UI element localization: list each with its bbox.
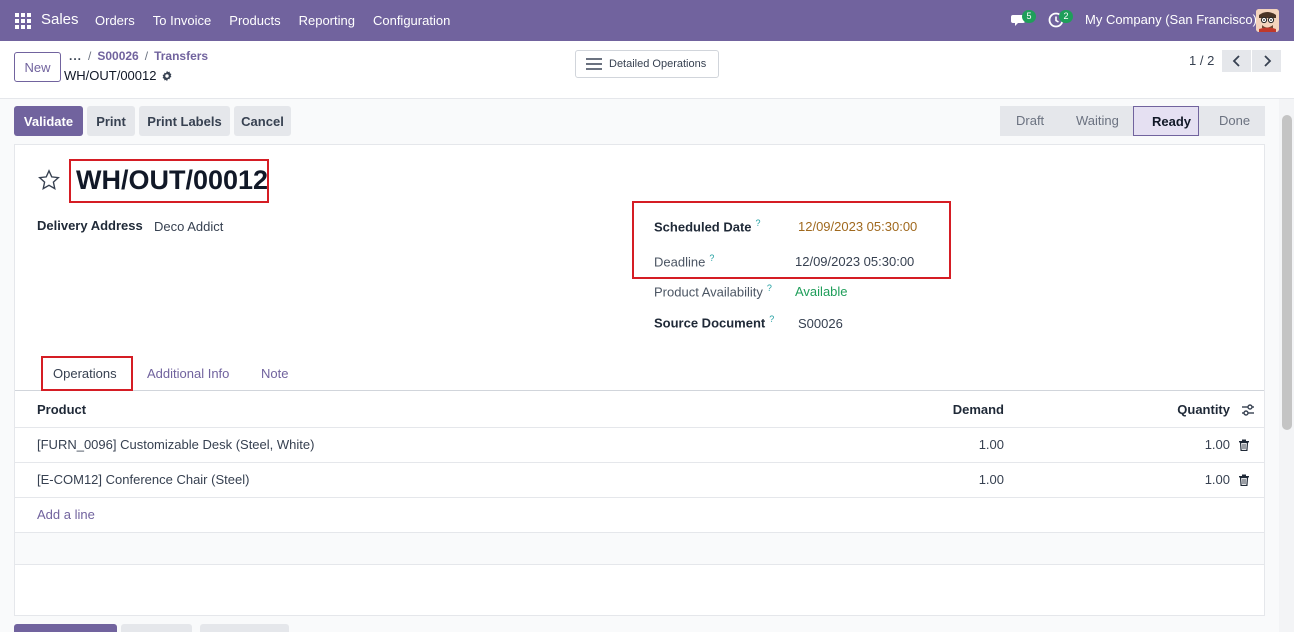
optional-columns-icon[interactable] xyxy=(1241,403,1255,417)
gear-icon[interactable] xyxy=(161,70,173,82)
print-labels-button[interactable]: Print Labels xyxy=(139,106,230,136)
trash-icon[interactable] xyxy=(1238,439,1250,451)
breadcrumb-collapsed[interactable]: ... xyxy=(69,49,82,63)
bottom-secondary-button[interactable] xyxy=(121,624,192,632)
bottom-primary-button[interactable] xyxy=(14,624,117,632)
tabs-divider xyxy=(15,390,1264,391)
menu-item-reporting[interactable]: Reporting xyxy=(290,0,364,41)
menu-item-orders[interactable]: Orders xyxy=(86,0,144,41)
stage-draft: Draft xyxy=(1000,106,1060,136)
stage-done: Done xyxy=(1199,106,1265,136)
activities-badge: 2 xyxy=(1059,10,1073,23)
delivery-address-field[interactable]: Deco Addict xyxy=(154,219,223,234)
tab-additional-info[interactable]: Additional Info xyxy=(147,366,229,381)
menu-item-configuration[interactable]: Configuration xyxy=(364,0,459,41)
source-document-field[interactable]: S00026 xyxy=(798,316,843,331)
menu-item-to-invoice[interactable]: To Invoice xyxy=(144,0,221,41)
app-name[interactable]: Sales xyxy=(41,11,79,28)
top-navbar: Sales Orders To Invoice Products Reporti… xyxy=(0,0,1294,41)
pager-previous-button[interactable] xyxy=(1222,50,1251,72)
new-button[interactable]: New xyxy=(14,52,61,82)
column-header-demand[interactable]: Demand xyxy=(924,402,1004,417)
chevron-right-icon xyxy=(1263,55,1271,67)
row-divider xyxy=(15,427,1264,428)
add-line-link[interactable]: Add a line xyxy=(37,507,95,522)
table-row-quantity[interactable]: 1.00 xyxy=(1150,437,1230,452)
stage-ready: Ready xyxy=(1133,106,1199,136)
row-divider xyxy=(15,497,1264,498)
table-row-quantity[interactable]: 1.00 xyxy=(1150,472,1230,487)
scrollbar-thumb[interactable] xyxy=(1282,115,1292,430)
empty-table-row xyxy=(15,532,1264,565)
column-header-product[interactable]: Product xyxy=(37,402,86,417)
control-panel: New ... / S00026 / Transfers WH/OUT/0001… xyxy=(0,41,1294,99)
pager-next-button[interactable] xyxy=(1252,50,1281,72)
breadcrumb-sale-order[interactable]: S00026 xyxy=(97,49,138,63)
source-document-label: Source Document? xyxy=(654,314,775,331)
favorite-star-icon[interactable] xyxy=(38,169,60,191)
row-divider xyxy=(15,462,1264,463)
breadcrumb: ... / S00026 / Transfers xyxy=(69,49,209,63)
pager-value[interactable]: 1 / 2 xyxy=(1189,53,1214,68)
menu-item-products[interactable]: Products xyxy=(220,0,289,41)
highlight-title xyxy=(69,159,269,203)
chevron-left-icon xyxy=(1232,55,1240,67)
print-button[interactable]: Print xyxy=(87,106,135,136)
list-icon xyxy=(586,58,602,70)
table-row-product[interactable]: [FURN_0096] Customizable Desk (Steel, Wh… xyxy=(37,437,314,452)
validate-button[interactable]: Validate xyxy=(14,106,83,136)
breadcrumb-current-record: WH/OUT/00012 xyxy=(64,68,157,83)
detailed-operations-button[interactable]: Detailed Operations xyxy=(575,50,719,78)
main-menu: Orders To Invoice Products Reporting Con… xyxy=(86,0,459,41)
tab-note[interactable]: Note xyxy=(261,366,288,381)
help-icon[interactable]: ? xyxy=(769,314,774,324)
apps-grid-icon[interactable] xyxy=(15,13,31,29)
help-icon[interactable]: ? xyxy=(767,283,772,293)
detailed-operations-label: Detailed Operations xyxy=(609,58,707,70)
highlight-operations-tab xyxy=(41,356,133,391)
cancel-button[interactable]: Cancel xyxy=(234,106,291,136)
table-row-demand[interactable]: 1.00 xyxy=(924,437,1004,452)
trash-icon[interactable] xyxy=(1238,474,1250,486)
column-header-quantity[interactable]: Quantity xyxy=(1150,402,1230,417)
bottom-secondary-button[interactable] xyxy=(200,624,289,632)
messages-badge: 5 xyxy=(1022,10,1036,23)
user-avatar[interactable] xyxy=(1256,9,1279,32)
table-row-demand[interactable]: 1.00 xyxy=(924,472,1004,487)
breadcrumb-transfers[interactable]: Transfers xyxy=(154,49,208,63)
product-availability-value: Available xyxy=(795,284,848,299)
table-row-product[interactable]: [E-COM12] Conference Chair (Steel) xyxy=(37,472,249,487)
company-switcher[interactable]: My Company (San Francisco) xyxy=(1085,12,1257,27)
highlight-dates xyxy=(632,201,951,279)
product-availability-label: Product Availability? xyxy=(654,283,772,300)
stage-waiting: Waiting xyxy=(1060,106,1133,136)
status-bar: Draft Waiting Ready Done xyxy=(1000,106,1265,136)
delivery-address-label: Delivery Address xyxy=(37,218,143,233)
